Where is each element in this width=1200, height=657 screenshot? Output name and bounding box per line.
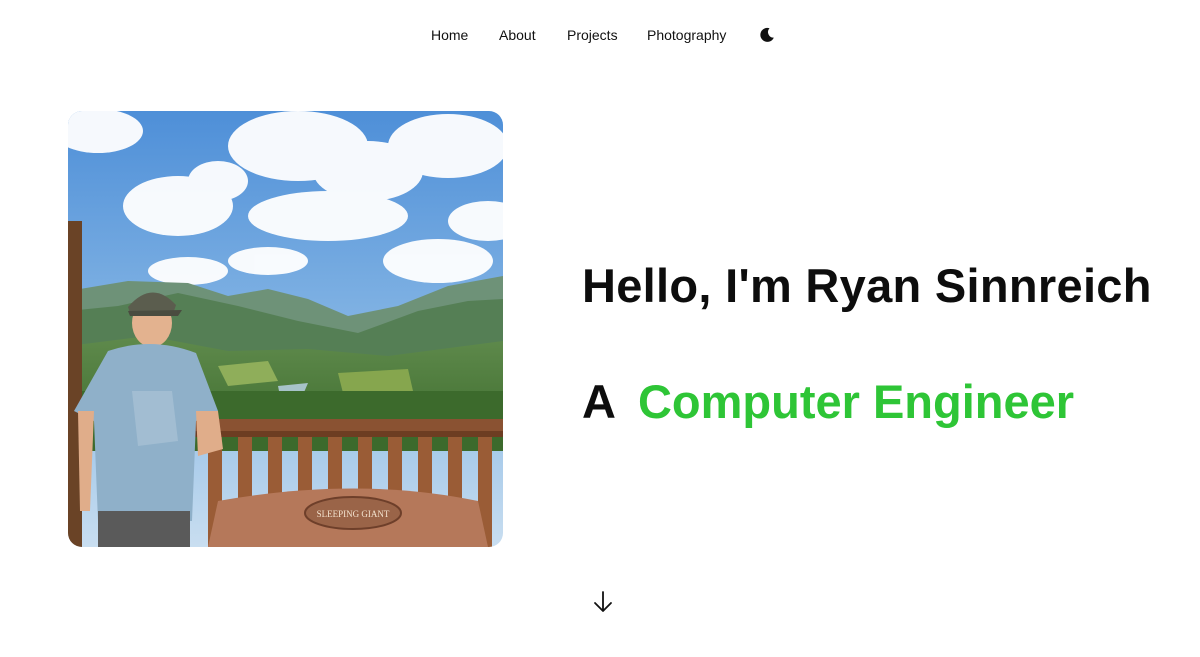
photo-sign-text: SLEEPING GIANT bbox=[317, 509, 390, 519]
hero-role-line: A Computer Engineer bbox=[582, 372, 1074, 432]
scroll-down-button[interactable] bbox=[592, 590, 614, 614]
nav-projects-link[interactable]: Projects bbox=[567, 26, 618, 44]
theme-toggle-button[interactable] bbox=[757, 26, 777, 44]
hero-greeting: Hello, I'm Ryan Sinnreich bbox=[582, 259, 1152, 312]
nav-photography-link[interactable]: Photography bbox=[647, 26, 726, 44]
nav-about-link[interactable]: About bbox=[499, 26, 536, 44]
nav-home-link[interactable]: Home bbox=[431, 26, 468, 44]
role-text: Computer Engineer bbox=[637, 375, 1075, 428]
moon-icon bbox=[760, 27, 774, 42]
role-prefix: A bbox=[582, 375, 616, 428]
profile-photo: SLEEPING GIANT bbox=[68, 111, 503, 547]
top-nav: Home About Projects Photography bbox=[0, 0, 1200, 70]
arrow-down-icon bbox=[594, 591, 612, 612]
